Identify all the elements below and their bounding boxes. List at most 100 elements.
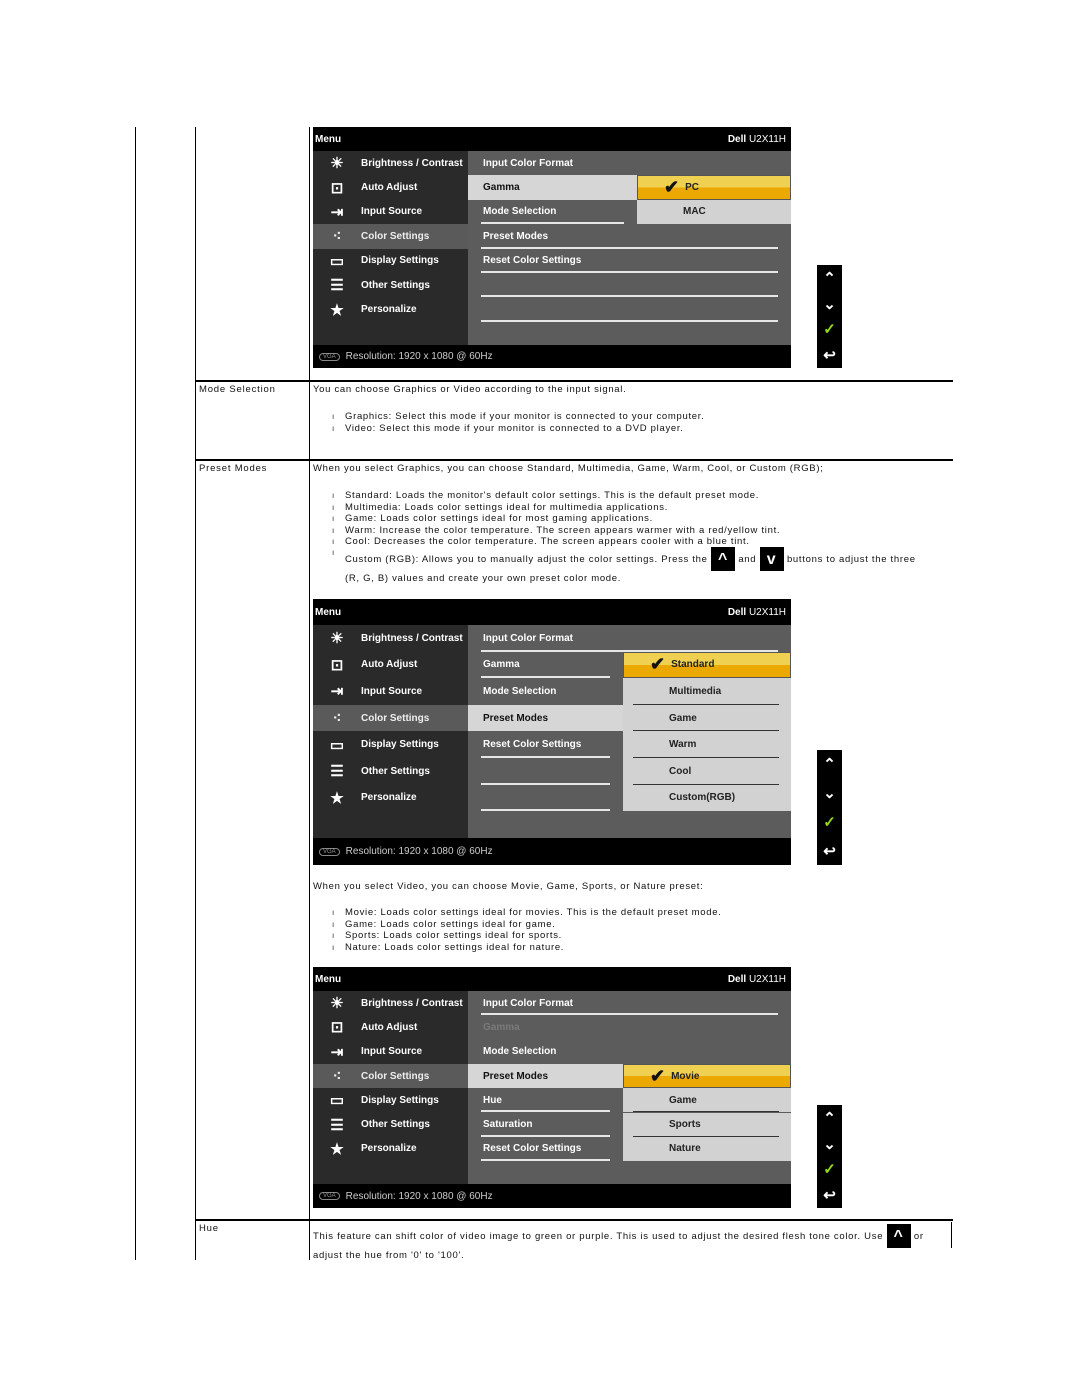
osd-menu-item[interactable]: ☀ Brightness / Contrast: [313, 151, 468, 175]
osd-menu-item[interactable]: ☰ Other Settings: [313, 273, 468, 297]
up-button[interactable]: ⌃: [823, 755, 836, 773]
osd-menu-item[interactable]: ▭ Display Settings: [313, 1088, 468, 1112]
list-item: Graphics: Select this mode if your monit…: [332, 411, 704, 423]
osd-menu-item[interactable]: ☰ Other Settings: [313, 1113, 468, 1137]
osd-option[interactable]: MAC: [637, 199, 791, 225]
osd-menu-item[interactable]: ☀ Brightness / Contrast: [313, 625, 468, 652]
osd-submenu-item[interactable]: [468, 785, 623, 812]
osd-menu-item[interactable]: ⇥ Input Source: [313, 1040, 468, 1064]
osd-footer: VGA Resolution: 1920 x 1080 @ 60Hz: [313, 1184, 791, 1208]
color-settings-icon: ⁖: [332, 1068, 342, 1086]
osd-submenu-item[interactable]: Mode Selection: [468, 200, 637, 225]
osd-submenu-item[interactable]: Mode Selection: [468, 1040, 791, 1064]
osd-menu-item-label: Brightness / Contrast: [361, 997, 463, 1009]
osd-option[interactable]: Sports: [623, 1112, 791, 1138]
osd-option[interactable]: Custom(RGB): [623, 784, 791, 812]
osd-menu-item[interactable]: ★ Personalize: [313, 785, 468, 812]
osd-header: Menu Dell U2X11H: [315, 967, 786, 991]
osd-submenu-item[interactable]: Gamma: [468, 175, 637, 200]
vga-input-icon: VGA: [319, 1192, 340, 1200]
osd-menu-item[interactable]: ⁖ Color Settings: [313, 224, 468, 249]
osd-menu-item[interactable]: ⁖ Color Settings: [313, 704, 468, 732]
osd-menu-item[interactable]: ☀ Brightness / Contrast: [313, 991, 468, 1015]
osd-header: Menu Dell U2X11H: [315, 599, 786, 625]
osd-menu-item[interactable]: ▭ Display Settings: [313, 731, 468, 758]
osd-resolution: Resolution: 1920 x 1080 @ 60Hz: [345, 351, 493, 362]
osd-option[interactable]: ✔ Standard: [623, 651, 791, 679]
osd-menu-title: Menu: [315, 133, 342, 145]
osd-submenu-item[interactable]: Preset Modes: [468, 704, 623, 732]
osd-submenu-item[interactable]: Input Color Format: [468, 625, 791, 652]
osd-menu-title: Menu: [315, 606, 342, 618]
ok-check-button[interactable]: ✓: [823, 320, 836, 338]
back-button[interactable]: ↩: [823, 346, 836, 364]
osd-option[interactable]: Nature: [623, 1136, 791, 1162]
osd-option[interactable]: Warm: [623, 731, 791, 758]
auto-adjust-icon: ⊡: [330, 1019, 344, 1037]
osd-submenu-item[interactable]: [468, 758, 623, 785]
osd-submenu-item[interactable]: Saturation: [468, 1113, 623, 1138]
osd-option-label: Sports: [669, 1119, 701, 1131]
osd-menu-item[interactable]: ★ Personalize: [313, 297, 468, 321]
row-divider: [195, 459, 953, 461]
osd-menu-item-label: Display Settings: [361, 739, 439, 751]
preset-modes-intro: When you select Graphics, you can choose…: [313, 463, 824, 474]
osd-option[interactable]: Game: [623, 704, 791, 732]
up-button[interactable]: ⌃: [823, 269, 836, 287]
or-text: or: [913, 1231, 924, 1242]
osd-menu-screenshot: Menu Dell U2X11H ☀ Brightness / Contrast ⊡ Au…: [313, 967, 791, 1208]
osd-menu-item[interactable]: ⊡ Auto Adjust: [313, 175, 468, 199]
osd-submenu-item[interactable]: Reset Color Settings: [468, 249, 791, 274]
check-icon: ✔: [650, 1065, 666, 1086]
down-arrow-icon: v: [759, 547, 784, 571]
osd-option[interactable]: ✔ Movie: [623, 1063, 791, 1089]
osd-option-label: MAC: [683, 206, 706, 218]
osd-option[interactable]: Multimedia: [623, 678, 791, 705]
osd-option[interactable]: Game: [623, 1088, 791, 1113]
osd-menu-item[interactable]: ☰ Other Settings: [313, 758, 468, 785]
back-button[interactable]: ↩: [823, 1186, 836, 1204]
osd-menu-item[interactable]: ⊡ Auto Adjust: [313, 652, 468, 679]
osd-submenu-item[interactable]: [468, 297, 791, 323]
up-button[interactable]: ⌃: [823, 1109, 836, 1127]
check-icon: ✔: [650, 654, 666, 675]
osd-menu-item[interactable]: ⊡ Auto Adjust: [313, 1015, 468, 1039]
list-item: Warm: Increase the color temperature. Th…: [332, 525, 780, 537]
video-presets-list: Movie: Loads color settings ideal for mo…: [332, 907, 722, 954]
osd-menu-item[interactable]: ▭ Display Settings: [313, 249, 468, 273]
display-settings-icon: ▭: [329, 1092, 345, 1110]
osd-option[interactable]: ✔ PC: [637, 175, 791, 200]
osd-submenu-item[interactable]: Input Color Format: [468, 151, 791, 175]
down-button[interactable]: ⌄: [823, 1135, 836, 1153]
osd-header: Menu Dell U2X11H: [315, 127, 786, 151]
ok-check-button[interactable]: ✓: [823, 1160, 836, 1178]
osd-submenu-item[interactable]: [468, 273, 791, 298]
list-item: Nature: Loads color settings ideal for n…: [332, 942, 722, 954]
custom-text-cont: (R, G, B) values and create your own pre…: [345, 573, 622, 584]
osd-submenu-item[interactable]: Preset Modes: [468, 1063, 623, 1089]
list-item: Game: Loads color settings ideal for gam…: [332, 919, 722, 931]
osd-menu-item[interactable]: ★ Personalize: [313, 1137, 468, 1161]
osd-menu-item-label: Input Source: [361, 685, 423, 697]
osd-submenu-item[interactable]: Reset Color Settings: [468, 1137, 623, 1162]
down-button[interactable]: ⌄: [823, 295, 836, 313]
other-settings-icon: ☰: [330, 277, 344, 295]
osd-submenu-item[interactable]: Hue: [468, 1088, 623, 1113]
down-button[interactable]: ⌄: [823, 784, 836, 802]
osd-option[interactable]: Cool: [623, 758, 791, 785]
osd-menu-item[interactable]: ⇥ Input Source: [313, 678, 468, 705]
osd-submenu-item[interactable]: Mode Selection: [468, 678, 623, 705]
osd-model-name: U2X11H: [748, 133, 786, 145]
brightness-icon: ☀: [330, 155, 344, 173]
osd-resolution: Resolution: 1920 x 1080 @ 60Hz: [345, 1190, 493, 1202]
osd-submenu-item[interactable]: Reset Color Settings: [468, 731, 623, 758]
osd-menu-item[interactable]: ⁖ Color Settings: [313, 1063, 468, 1089]
custom-text: Custom (RGB): Allows you to manually adj…: [345, 554, 708, 565]
back-button[interactable]: ↩: [823, 842, 836, 860]
osd-submenu-item[interactable]: Gamma: [468, 652, 623, 679]
osd-submenu-item[interactable]: Preset Modes: [468, 224, 791, 249]
osd-submenu-item[interactable]: Input Color Format: [468, 991, 791, 1016]
osd-menu-item[interactable]: ⇥ Input Source: [313, 200, 468, 224]
ok-check-button[interactable]: ✓: [823, 813, 836, 831]
osd-option-label: Game: [669, 712, 697, 724]
